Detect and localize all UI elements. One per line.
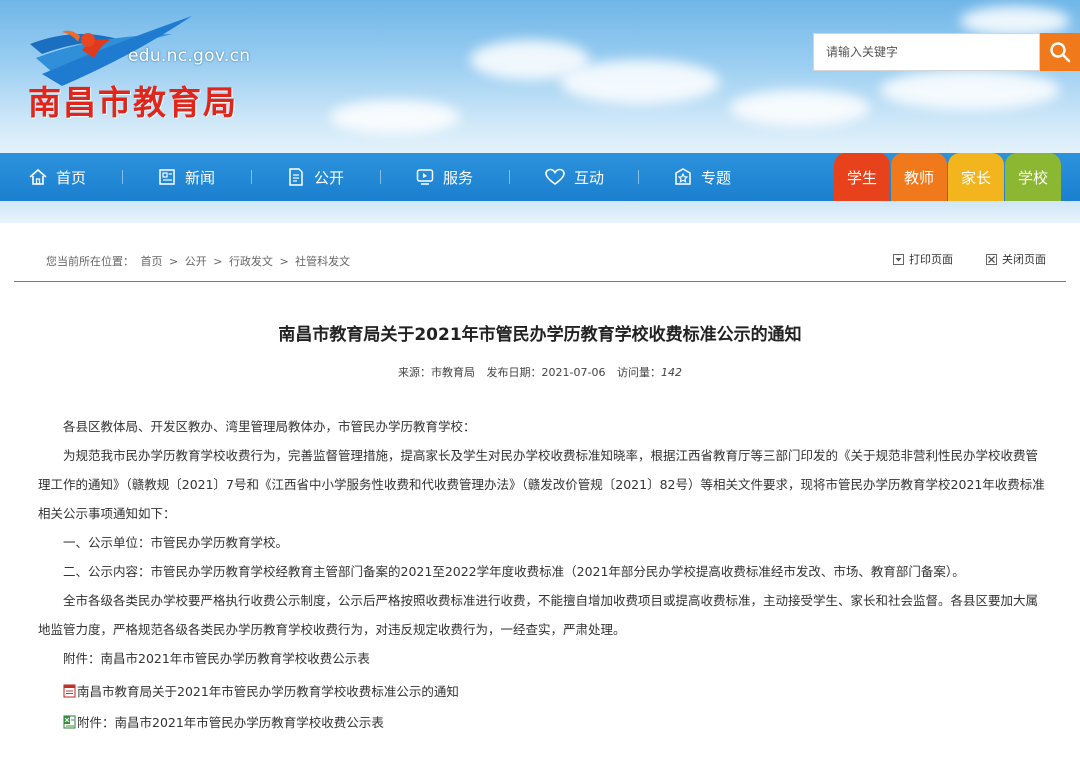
nav-divider — [122, 170, 123, 184]
cloud-decoration — [880, 70, 1060, 110]
nav-item-label: 专题 — [701, 168, 732, 187]
cloud-decoration — [330, 100, 460, 134]
nav-item-news[interactable]: 新闻 — [157, 153, 215, 201]
views-label: 访问量： — [616, 366, 661, 379]
source-label: 来源： — [398, 366, 432, 379]
attachment-note: 附件：南昌市2021年市管民办学历教育学校收费公示表 — [63, 651, 370, 666]
nav-item-label: 互动 — [574, 168, 605, 187]
role-tab-label: 学校 — [1017, 168, 1048, 187]
nav-item-interact[interactable]: 互动 — [544, 153, 604, 201]
location-bar: 您当前所在位置： 首页 > 公开 > 行政发文 > 社管科发文 打印页面 关闭页… — [14, 242, 1066, 282]
nav-item-public[interactable]: 公开 — [286, 153, 344, 201]
print-page-button[interactable]: 打印页面 — [893, 251, 953, 267]
nav-item-label: 首页 — [56, 168, 87, 187]
views-value: 142 — [660, 366, 682, 379]
role-tab-school[interactable]: 学校 — [1005, 153, 1061, 201]
heart-icon — [545, 168, 565, 185]
attachment-link-table[interactable]: 附件：南昌市2021年市管民办学历教育学校收费公示表 — [63, 712, 384, 731]
nav-item-label: 新闻 — [185, 168, 216, 187]
search-input[interactable] — [813, 33, 1040, 71]
breadcrumb-separator: > — [279, 255, 289, 268]
cloud-decoration — [560, 60, 720, 104]
role-tab-label: 家长 — [960, 168, 991, 187]
article-title: 南昌市教育局关于2021年市管民办学历教育学校收费标准公示的通知 — [278, 325, 802, 345]
article-item: 一、公示单位：市管民办学历教育学校。 — [63, 535, 289, 550]
search-icon — [1050, 42, 1071, 63]
nav-divider — [251, 170, 252, 184]
article-item: 二、公示内容：市管民办学历教育学校经教育主管部门备案的2021至2022学年度收… — [63, 564, 965, 579]
cloud-decoration — [960, 6, 1070, 36]
role-tab-parent[interactable]: 家长 — [948, 153, 1004, 201]
article-paragraph: 全市各级各类民办学校要严格执行收费公示制度，公示后严格按照收费标准进行收费，不能… — [38, 593, 1039, 637]
date-value: 2021-07-06 — [541, 366, 606, 379]
breadcrumb-prefix: 您当前所在位置： — [46, 255, 134, 268]
topic-icon — [675, 168, 691, 185]
article-body: 各县区教体局、开发区教办、湾里管理局教体办，市管民办学历教育学校： 为规范我市民… — [38, 412, 1048, 673]
news-icon — [159, 169, 175, 185]
role-tab-teacher[interactable]: 教师 — [891, 153, 947, 201]
document-icon — [289, 168, 303, 186]
role-tab-student[interactable]: 学生 — [834, 153, 890, 201]
close-icon — [986, 253, 997, 265]
breadcrumb-public[interactable]: 公开 — [185, 255, 207, 268]
nav-divider — [380, 170, 381, 184]
nav-item-label: 公开 — [314, 168, 345, 187]
nav-divider — [509, 170, 510, 184]
nav-item-home[interactable]: 首页 — [28, 153, 86, 201]
breadcrumb-social-docs[interactable]: 社管科发文 — [295, 255, 350, 268]
date-label: 发布日期： — [486, 366, 542, 379]
pdf-file-icon — [63, 684, 76, 697]
print-page-label: 打印页面 — [909, 253, 953, 266]
article-salutation: 各县区教体局、开发区教办、湾里管理局教体办，市管民办学历教育学校： — [63, 419, 476, 434]
home-icon — [29, 168, 47, 185]
nav-item-label: 服务 — [443, 168, 474, 187]
article-meta: 来源：市教育局 发布日期：2021-07-06 访问量：142 — [0, 364, 1080, 380]
nav-item-topic[interactable]: 专题 — [673, 153, 731, 201]
article-paragraph: 为规范我市民办学历教育学校收费行为，完善监督管理措施，提高家长及学生对民办学校收… — [38, 448, 1045, 521]
print-icon — [893, 253, 904, 265]
role-tab-label: 学生 — [846, 168, 877, 187]
breadcrumb-admin-docs[interactable]: 行政发文 — [229, 255, 273, 268]
cloud-decoration — [730, 90, 870, 126]
search-box — [813, 33, 1080, 71]
site-name[interactable]: 南昌市教育局 — [28, 76, 238, 124]
site-domain: edu.nc.gov.cn — [128, 46, 251, 66]
nav-item-service[interactable]: 服务 — [415, 153, 473, 201]
nav-divider — [638, 170, 639, 184]
attachment-link-notice[interactable]: 南昌市教育局关于2021年市管民办学历教育学校收费标准公示的通知 — [63, 681, 459, 700]
breadcrumb: 您当前所在位置： 首页 > 公开 > 行政发文 > 社管科发文 — [46, 253, 353, 269]
service-icon — [416, 169, 434, 185]
attachment-title: 南昌市教育局关于2021年市管民办学历教育学校收费标准公示的通知 — [77, 684, 459, 699]
header-banner: edu.nc.gov.cn 南昌市教育局 — [0, 0, 1080, 153]
breadcrumb-separator: > — [169, 255, 179, 268]
close-page-label: 关闭页面 — [1002, 253, 1046, 266]
breadcrumb-home[interactable]: 首页 — [141, 255, 163, 268]
excel-file-icon — [63, 715, 76, 728]
search-button[interactable] — [1040, 33, 1080, 71]
nav-shadow-stripe — [0, 201, 1080, 223]
breadcrumb-separator: > — [213, 255, 223, 268]
role-tab-label: 教师 — [903, 168, 934, 187]
main-nav: 首页 新闻 公开 服务 互动 专题 学生 教师 家长 学校 — [0, 153, 1080, 201]
close-page-button[interactable]: 关闭页面 — [986, 251, 1046, 267]
attachment-title: 附件：南昌市2021年市管民办学历教育学校收费公示表 — [77, 715, 384, 730]
source-value: 市教育局 — [431, 366, 476, 379]
